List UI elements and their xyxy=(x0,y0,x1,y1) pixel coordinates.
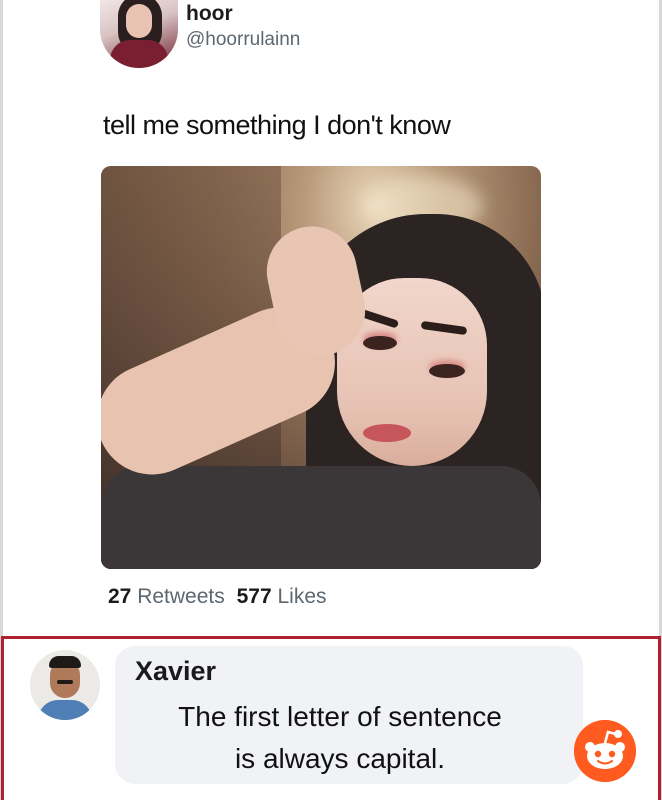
reply-text-line2: is always capital. xyxy=(234,743,446,774)
reply-author-name[interactable]: Xavier xyxy=(135,656,216,687)
tweet-photo[interactable] xyxy=(101,166,541,569)
reddit-snoo-icon xyxy=(574,720,636,782)
retweets-count[interactable]: 27 xyxy=(108,585,131,608)
likes-count[interactable]: 577 xyxy=(237,585,272,608)
reply-text-line1: The first letter of sentence xyxy=(178,701,502,732)
reply-author-avatar[interactable] xyxy=(30,650,100,720)
author-handle[interactable]: @hoorrulainn xyxy=(186,29,300,51)
author-name[interactable]: hoor xyxy=(186,2,233,26)
likes-label[interactable]: Likes xyxy=(277,585,326,608)
reply-text: The first letter of sentence is always c… xyxy=(140,696,540,780)
tweet-stats: 27 Retweets 577 Likes xyxy=(108,585,333,609)
tweet-text: tell me something I don't know xyxy=(103,110,451,140)
retweets-label[interactable]: Retweets xyxy=(137,585,225,608)
author-avatar[interactable] xyxy=(100,0,178,68)
